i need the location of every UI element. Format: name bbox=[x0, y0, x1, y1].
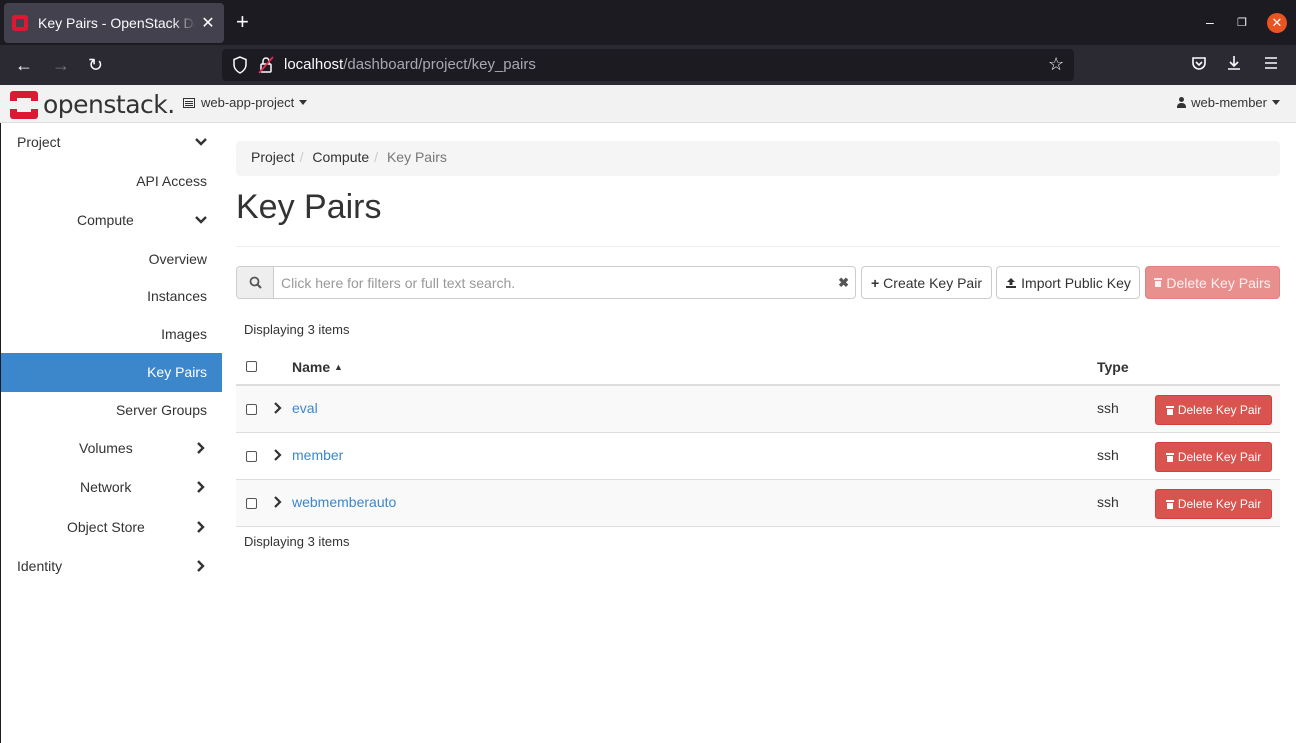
search-addon[interactable] bbox=[237, 267, 274, 298]
import-public-key-button[interactable]: Import Public Key bbox=[996, 266, 1140, 299]
project-name: web-app-project bbox=[201, 95, 295, 110]
column-header-type: Type bbox=[1097, 359, 1129, 375]
column-header-name[interactable]: Name ▲ bbox=[292, 359, 343, 375]
sidebar-item-instances[interactable]: Instances bbox=[1, 277, 222, 316]
back-icon[interactable]: ← bbox=[15, 55, 33, 75]
table-row: webmemberauto ssh Delete Key Pair bbox=[236, 480, 1280, 527]
key-pair-name-link[interactable]: eval bbox=[292, 400, 318, 416]
search-icon bbox=[249, 276, 262, 289]
table-row: member ssh Delete Key Pair bbox=[236, 433, 1280, 480]
table-header: Name ▲ Type bbox=[236, 347, 1280, 386]
reload-icon[interactable]: ↻ bbox=[88, 55, 103, 75]
sidebar-item-project[interactable]: Project bbox=[1, 123, 222, 162]
sidebar-item-overview[interactable]: Overview bbox=[1, 240, 222, 279]
plus-icon: + bbox=[870, 274, 880, 291]
upload-icon bbox=[1006, 277, 1017, 288]
key-pair-type: ssh bbox=[1097, 447, 1119, 463]
breadcrumb: Project / Compute / Key Pairs bbox=[236, 141, 1280, 176]
openstack-logo[interactable]: openstack. bbox=[10, 90, 175, 119]
items-count-bottom: Displaying 3 items bbox=[244, 534, 350, 549]
chevron-down-icon bbox=[195, 216, 207, 224]
sidebar: Project API Access Compute Overview Inst… bbox=[0, 123, 222, 743]
delete-key-pair-button[interactable]: Delete Key Pair bbox=[1155, 442, 1272, 472]
filter-search: ✖ bbox=[236, 266, 856, 299]
chevron-right-icon bbox=[197, 442, 205, 454]
sidebar-item-volumes[interactable]: Volumes bbox=[1, 429, 222, 468]
sidebar-item-object-store[interactable]: Object Store bbox=[1, 508, 222, 547]
close-tab-icon[interactable]: ✕ bbox=[200, 13, 216, 33]
sidebar-item-compute[interactable]: Compute bbox=[1, 201, 222, 240]
expand-chevron-icon[interactable] bbox=[273, 448, 283, 462]
tab-title: Key Pairs - OpenStack Dashboard bbox=[38, 15, 196, 31]
trash-icon bbox=[1165, 499, 1174, 509]
key-pair-type: ssh bbox=[1097, 494, 1119, 510]
sidebar-item-api-access[interactable]: API Access bbox=[1, 162, 222, 201]
create-key-pair-button[interactable]: + Create Key Pair bbox=[861, 266, 992, 299]
row-checkbox[interactable] bbox=[246, 451, 257, 462]
address-bar[interactable]: localhost/dashboard/project/key_pairs ☆ bbox=[222, 49, 1074, 81]
sidebar-item-identity[interactable]: Identity bbox=[1, 547, 222, 586]
row-checkbox[interactable] bbox=[246, 498, 257, 509]
openstack-favicon-icon bbox=[12, 15, 28, 31]
delete-key-pairs-button[interactable]: Delete Key Pairs bbox=[1145, 266, 1280, 299]
bookmark-star-icon[interactable]: ☆ bbox=[1048, 54, 1064, 75]
window-close-icon[interactable]: ✕ bbox=[1267, 13, 1287, 33]
expand-chevron-icon[interactable] bbox=[273, 401, 283, 415]
sidebar-item-server-groups[interactable]: Server Groups bbox=[1, 391, 222, 430]
project-selector[interactable]: web-app-project bbox=[183, 95, 308, 110]
chevron-down-icon bbox=[195, 138, 207, 146]
delete-key-pair-button[interactable]: Delete Key Pair bbox=[1155, 395, 1272, 425]
key-pair-name-link[interactable]: member bbox=[292, 447, 343, 463]
key-pair-type: ssh bbox=[1097, 400, 1119, 416]
chevron-right-icon bbox=[197, 560, 205, 572]
clear-search-icon[interactable]: ✖ bbox=[838, 275, 849, 291]
delete-key-pair-button[interactable]: Delete Key Pair bbox=[1155, 489, 1272, 519]
key-pair-name-link[interactable]: webmemberauto bbox=[292, 494, 396, 510]
items-count-top: Displaying 3 items bbox=[244, 322, 350, 337]
breadcrumb-compute[interactable]: Compute bbox=[312, 149, 369, 165]
insecure-lock-icon[interactable] bbox=[258, 56, 274, 74]
sort-asc-icon: ▲ bbox=[334, 362, 343, 372]
project-list-icon bbox=[183, 97, 195, 108]
openstack-header: openstack. web-app-project web-member bbox=[0, 85, 1296, 123]
breadcrumb-current: Key Pairs bbox=[386, 149, 447, 165]
search-input[interactable] bbox=[275, 267, 835, 298]
browser-tab-bar: Key Pairs - OpenStack Dashboard ✕ + – ❐ … bbox=[0, 0, 1296, 45]
browser-tab[interactable]: Key Pairs - OpenStack Dashboard ✕ bbox=[4, 3, 224, 43]
openstack-logo-icon bbox=[10, 90, 38, 119]
row-checkbox[interactable] bbox=[246, 404, 257, 415]
page-title: Key Pairs bbox=[236, 188, 382, 226]
sidebar-item-key-pairs[interactable]: Key Pairs bbox=[1, 353, 222, 392]
minimize-icon[interactable]: – bbox=[1206, 14, 1214, 30]
caret-down-icon bbox=[1272, 100, 1280, 105]
user-menu[interactable]: web-member bbox=[1177, 95, 1280, 110]
expand-chevron-icon[interactable] bbox=[273, 495, 283, 509]
sidebar-item-images[interactable]: Images bbox=[1, 315, 222, 354]
breadcrumb-project[interactable]: Project bbox=[251, 149, 295, 165]
select-all-checkbox[interactable] bbox=[246, 361, 257, 372]
url-text: localhost/dashboard/project/key_pairs bbox=[284, 56, 536, 73]
logo-text: openstack. bbox=[43, 90, 175, 119]
tracking-shield-icon[interactable] bbox=[232, 56, 248, 74]
divider bbox=[236, 246, 1280, 247]
downloads-icon[interactable] bbox=[1226, 55, 1242, 76]
trash-icon bbox=[1165, 452, 1174, 462]
trash-icon bbox=[1154, 278, 1163, 287]
chevron-right-icon bbox=[197, 481, 205, 493]
trash-icon bbox=[1165, 405, 1174, 415]
restore-icon[interactable]: ❐ bbox=[1237, 16, 1247, 29]
user-icon bbox=[1177, 97, 1187, 108]
new-tab-icon[interactable]: + bbox=[236, 11, 249, 33]
menu-icon[interactable] bbox=[1263, 55, 1279, 76]
sidebar-item-network[interactable]: Network bbox=[1, 468, 222, 507]
user-name: web-member bbox=[1191, 95, 1267, 110]
caret-down-icon bbox=[299, 100, 308, 105]
forward-icon[interactable]: → bbox=[52, 55, 70, 75]
chevron-right-icon bbox=[197, 521, 205, 533]
table-row: eval ssh Delete Key Pair bbox=[236, 386, 1280, 433]
pocket-icon[interactable] bbox=[1191, 55, 1207, 76]
